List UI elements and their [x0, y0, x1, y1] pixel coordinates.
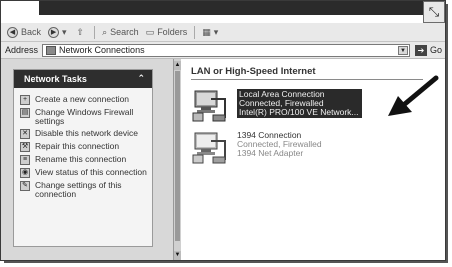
- task-label: Change settings of this connection: [35, 180, 122, 199]
- up-folder-icon: ⇧: [76, 26, 85, 37]
- views-button[interactable]: ▦ ▾: [202, 27, 221, 38]
- connection-details: 1394 Connection Connected, Firewalled 13…: [237, 131, 322, 158]
- forward-dropdown-icon: ▾: [62, 26, 67, 37]
- rename-icon: ≡: [20, 155, 30, 165]
- toolbar-separator: [94, 25, 96, 39]
- address-label: Address: [5, 45, 39, 55]
- disable-icon: ✕: [20, 129, 30, 139]
- back-button[interactable]: ◀ Back: [7, 26, 42, 38]
- scroll-thumb[interactable]: [175, 71, 180, 241]
- repair-icon: ⚒: [20, 142, 30, 152]
- go-arrow-icon: ➔: [415, 44, 428, 56]
- new-connection-icon: +: [20, 95, 30, 105]
- task-create-connection[interactable]: + Create a new connection: [14, 95, 152, 105]
- task-label: Create a new connection: [35, 94, 130, 104]
- network-tasks-panel: Network Tasks ⌃ + Create a new connectio…: [13, 69, 153, 247]
- status-icon: ◉: [20, 168, 30, 178]
- forward-arrow-icon: ▶: [48, 26, 60, 38]
- task-label: Change Windows Firewall settings: [35, 107, 134, 126]
- 1394-connection-icon: [192, 132, 226, 164]
- back-label: Back: [21, 27, 42, 37]
- go-label: Go: [430, 45, 443, 55]
- network-folder-icon: [46, 45, 57, 55]
- address-bar: Address Network Connections ▼ ➔ Go: [1, 42, 445, 59]
- search-label: Search: [110, 27, 139, 37]
- toolbar: ◀ Back ▶ ▾ ⇧ ⌕ Search ▭ Folders ▦ ▾: [1, 23, 445, 42]
- task-view-status[interactable]: ◉ View status of this connection: [14, 168, 152, 178]
- task-pane-scrollbar[interactable]: ▲ ▼: [173, 59, 181, 260]
- views-icon: ▦: [202, 26, 211, 37]
- folders-icon: ▭: [145, 26, 155, 37]
- folders-button[interactable]: ▭ Folders: [146, 27, 188, 38]
- firewall-icon: ▤: [20, 108, 30, 118]
- address-value: Network Connections: [59, 45, 145, 55]
- task-change-firewall[interactable]: ▤ Change Windows Firewall settings: [14, 108, 152, 126]
- connection-1394[interactable]: 1394 Connection Connected, Firewalled 13…: [191, 131, 322, 165]
- group-title: LAN or High-Speed Internet: [191, 66, 316, 77]
- search-button[interactable]: ⌕ Search: [102, 27, 139, 38]
- folders-label: Folders: [157, 27, 188, 37]
- explorer-window: ⤡ ◀ Back ▶ ▾ ⇧ ⌕ Search ▭ Folders ▦ ▾ Ad…: [0, 0, 446, 261]
- task-rename-connection[interactable]: ≡ Rename this connection: [14, 155, 152, 165]
- task-change-settings[interactable]: ✎ Change settings of this connection: [14, 181, 152, 199]
- address-field[interactable]: Network Connections ▼: [42, 43, 411, 57]
- collapse-chevron-icon[interactable]: ⌃: [137, 73, 145, 84]
- connection-details: Local Area Connection Connected, Firewal…: [237, 89, 362, 118]
- back-arrow-icon: ◀: [7, 26, 18, 38]
- title-bar: ⤡: [1, 1, 445, 23]
- corner-resize-icon[interactable]: ⤡: [423, 1, 445, 23]
- task-label: View status of this connection: [35, 167, 147, 177]
- scroll-down-icon[interactable]: ▼: [174, 251, 181, 260]
- task-disable-device[interactable]: ✕ Disable this network device: [14, 129, 152, 139]
- title-bar-band: [39, 1, 439, 15]
- connection-device: 1394 Net Adapter: [237, 148, 304, 158]
- go-button[interactable]: ➔ Go: [415, 44, 443, 56]
- annotation-arrow-icon: [388, 75, 439, 116]
- up-button[interactable]: ⇧: [77, 27, 88, 38]
- toolbar-separator-2: [194, 25, 196, 39]
- connection-device: Intel(R) PRO/100 VE Network...: [239, 107, 359, 117]
- scroll-up-icon[interactable]: ▲: [174, 61, 181, 70]
- views-dropdown-icon: ▾: [213, 26, 219, 37]
- lan-connection-icon: [192, 90, 226, 122]
- task-label: Repair this connection: [35, 141, 120, 151]
- task-pane: Network Tasks ⌃ + Create a new connectio…: [1, 59, 177, 260]
- task-repair-connection[interactable]: ⚒ Repair this connection: [14, 142, 152, 152]
- forward-button[interactable]: ▶ ▾: [48, 26, 70, 38]
- settings-icon: ✎: [20, 181, 30, 191]
- search-icon: ⌕: [102, 26, 108, 37]
- task-label: Disable this network device: [35, 128, 138, 138]
- network-tasks-title: Network Tasks: [24, 74, 87, 84]
- network-tasks-header[interactable]: Network Tasks ⌃: [14, 70, 152, 88]
- task-label: Rename this connection: [35, 154, 127, 164]
- address-dropdown-icon[interactable]: ▼: [398, 45, 409, 55]
- connection-local-area[interactable]: Local Area Connection Connected, Firewal…: [191, 89, 362, 123]
